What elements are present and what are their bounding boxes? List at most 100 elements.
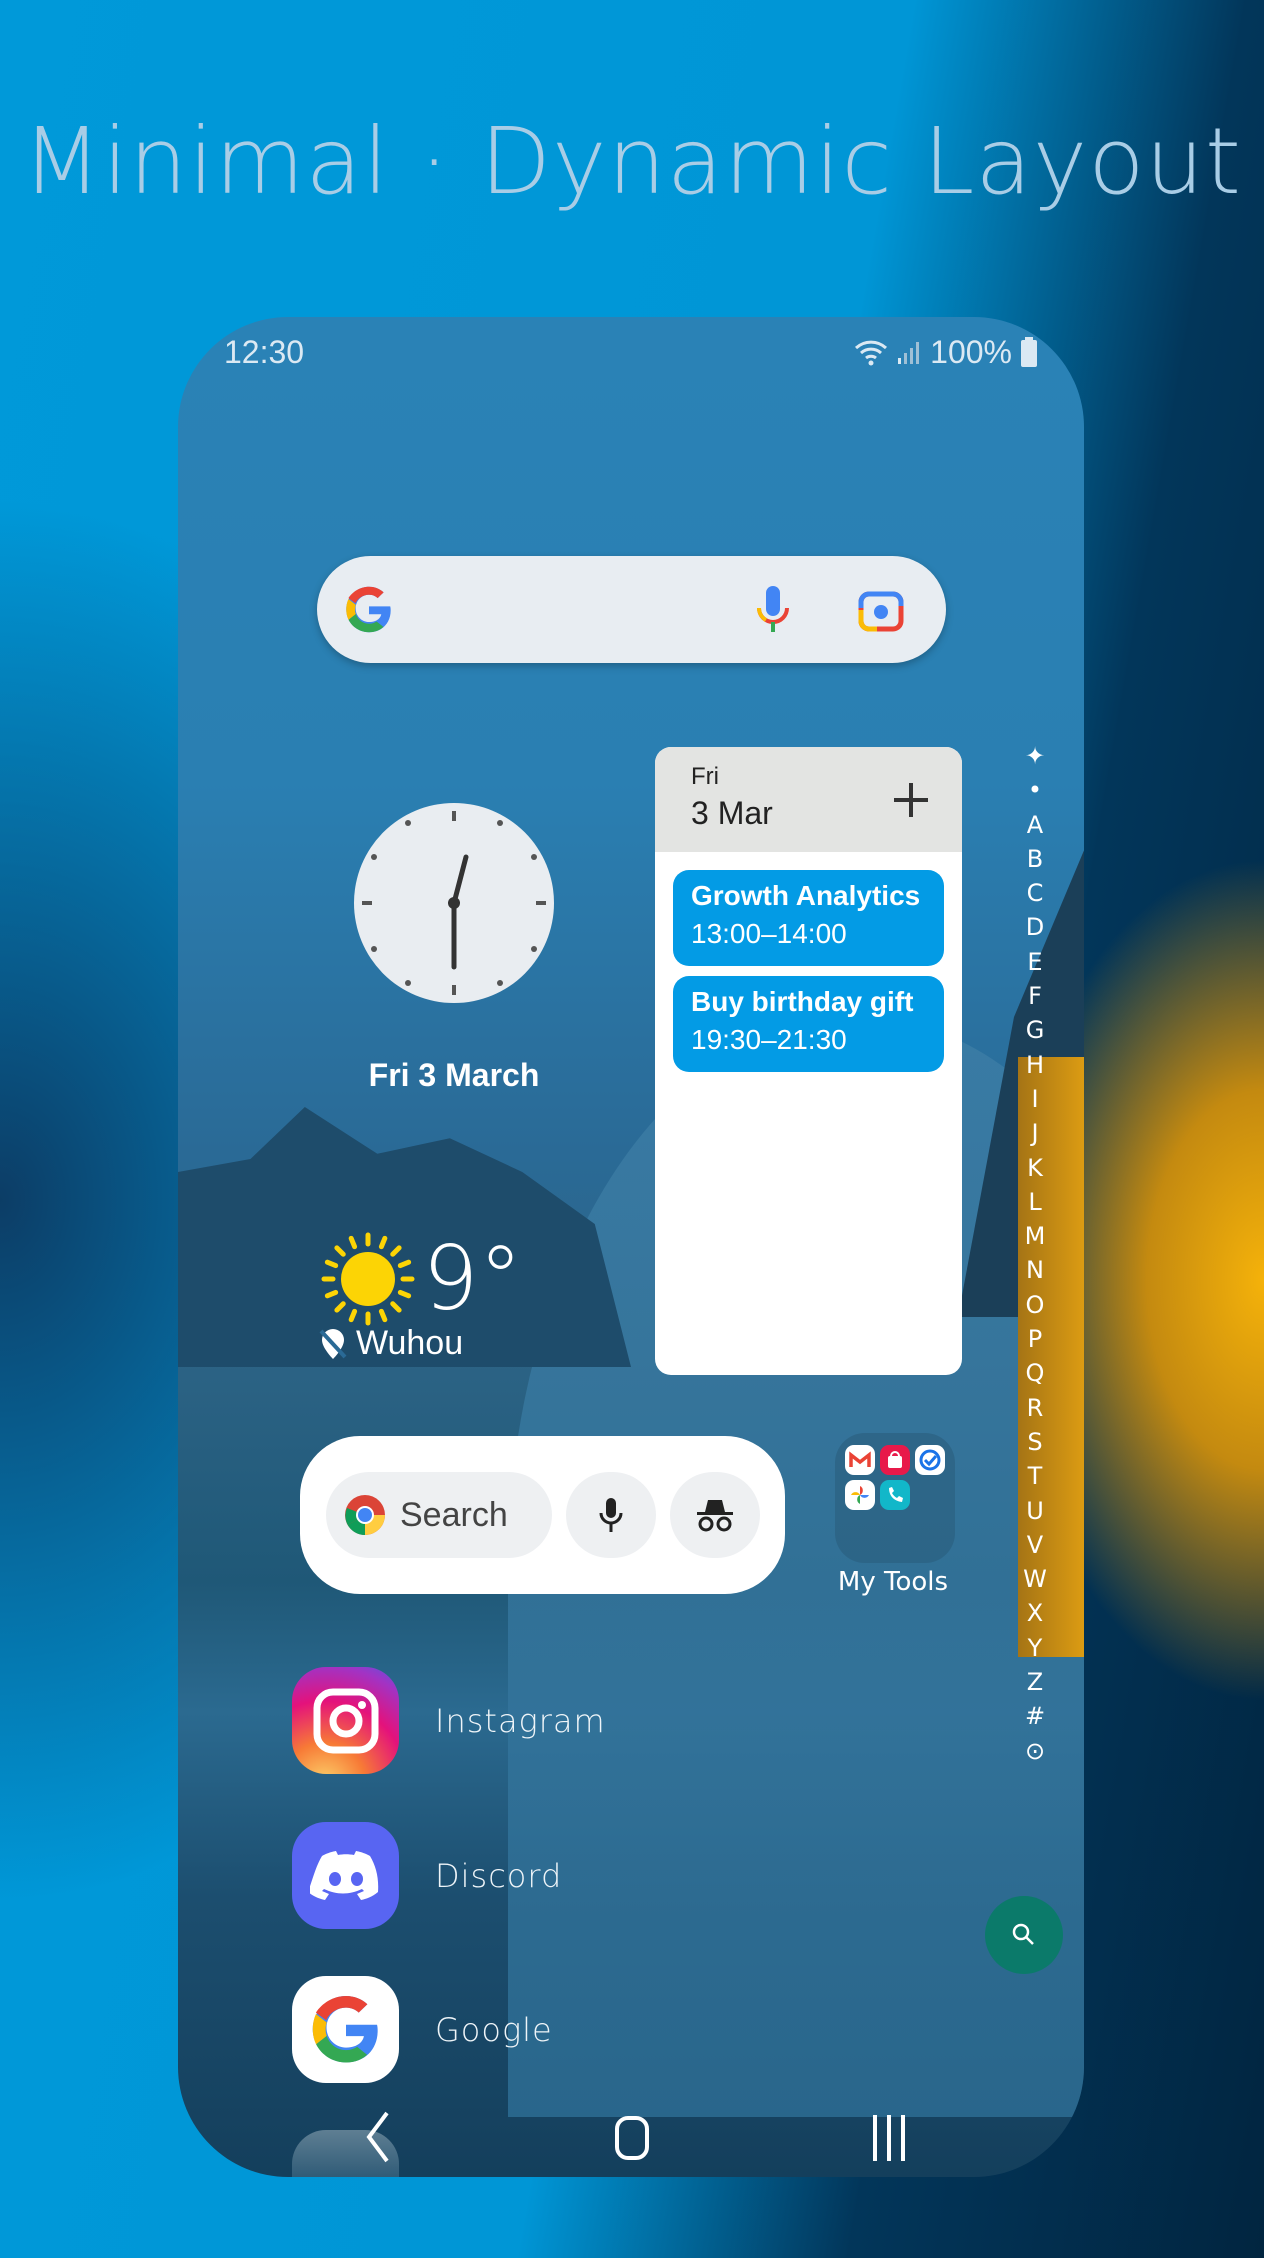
- sun-icon: [321, 1232, 415, 1325]
- sun-ray: [348, 1308, 358, 1322]
- index-letter[interactable]: J: [1031, 1116, 1038, 1150]
- sun-ray: [334, 1244, 346, 1257]
- sun-ray: [390, 1244, 402, 1257]
- weather-widget[interactable]: 9° Wuhou: [318, 1227, 522, 1363]
- chrome-voice-button[interactable]: [566, 1472, 656, 1558]
- index-letter[interactable]: Z: [1027, 1665, 1043, 1699]
- photos-icon: [845, 1480, 875, 1510]
- search-icon: [1012, 1923, 1034, 1945]
- chrome-search-widget: Search: [300, 1436, 785, 1594]
- index-letter[interactable]: X: [1027, 1596, 1043, 1630]
- banner-title: Minimal · Dynamic Layout: [22, 108, 1242, 215]
- index-letter[interactable]: N: [1026, 1253, 1044, 1287]
- index-letter[interactable]: S: [1027, 1425, 1042, 1459]
- index-letter[interactable]: H: [1026, 1048, 1044, 1082]
- instagram-icon: [292, 1667, 399, 1774]
- sun-ray: [378, 1235, 388, 1249]
- index-letter[interactable]: ⊙: [1025, 1734, 1045, 1768]
- back-icon[interactable]: [363, 2107, 393, 2167]
- navigation-bar: [178, 2107, 1084, 2167]
- index-letter[interactable]: Q: [1026, 1356, 1045, 1390]
- clock-face: [362, 811, 546, 995]
- app-label: Instagram: [435, 1701, 606, 1740]
- app-label: Discord: [435, 1856, 563, 1895]
- index-letter[interactable]: O: [1026, 1288, 1045, 1322]
- index-letter[interactable]: E: [1027, 945, 1042, 979]
- discord-icon: [292, 1822, 399, 1929]
- lens-icon[interactable]: [858, 588, 904, 632]
- signal-icon: [898, 342, 920, 364]
- google-icon: [292, 1976, 399, 2083]
- index-letter[interactable]: B: [1027, 842, 1043, 876]
- chrome-search-button[interactable]: Search: [326, 1472, 552, 1558]
- google-logo: [346, 586, 391, 633]
- weather-location: Wuhou: [356, 1324, 464, 1362]
- search-fab[interactable]: [985, 1896, 1063, 1974]
- sun-ray: [397, 1289, 412, 1298]
- index-letter[interactable]: I: [1031, 1082, 1038, 1116]
- incognito-icon: [697, 1500, 733, 1532]
- status-bar: 12:30 100%: [224, 327, 1038, 377]
- location-off-icon: [319, 1328, 347, 1359]
- weather-temperature: 9°: [422, 1227, 523, 1330]
- google-search-bar[interactable]: [317, 556, 946, 663]
- index-letter[interactable]: A: [1027, 808, 1043, 842]
- index-letter[interactable]: W: [1023, 1562, 1047, 1596]
- index-letter[interactable]: P: [1028, 1322, 1042, 1356]
- alphabet-index[interactable]: ✦ • A B C D E F G H I J K L M N O P Q R S T U V W X Y Z # ⊙: [1020, 739, 1050, 1768]
- sun-ray: [378, 1308, 388, 1322]
- event-time: 19:30–21:30: [691, 1024, 847, 1055]
- index-letter[interactable]: G: [1026, 1013, 1045, 1047]
- recents-icon[interactable]: [871, 2113, 907, 2163]
- phone-screen: 12:30 100% Fri 3 March Fri 3 Mar Growth …: [178, 317, 1084, 2177]
- calendar-date: 3 Mar: [691, 795, 773, 831]
- calendar-weekday: Fri: [691, 763, 719, 790]
- mic-icon[interactable]: [755, 586, 791, 634]
- index-letter[interactable]: V: [1027, 1528, 1043, 1562]
- index-letter[interactable]: L: [1028, 1185, 1041, 1219]
- index-letter[interactable]: Y: [1028, 1631, 1043, 1665]
- hour-hand: [451, 854, 469, 906]
- calendar-event[interactable]: Growth Analytics 13:00–14:00: [673, 870, 944, 966]
- index-letter[interactable]: T: [1028, 1459, 1043, 1493]
- folder-my-tools[interactable]: [835, 1433, 955, 1563]
- index-letter[interactable]: U: [1026, 1494, 1044, 1528]
- chrome-search-label: Search: [400, 1495, 508, 1534]
- plus-icon[interactable]: [892, 781, 930, 819]
- event-title: Growth Analytics: [691, 880, 921, 911]
- folder-label: My Tools: [837, 1567, 949, 1597]
- app-label: Google: [435, 2010, 553, 2049]
- sun-ray: [397, 1259, 412, 1268]
- home-icon[interactable]: [614, 2115, 650, 2161]
- shop-icon: [880, 1445, 910, 1475]
- sun-ray: [334, 1300, 346, 1313]
- clock-date: Fri 3 March: [368, 1057, 540, 1093]
- index-letter[interactable]: R: [1027, 1391, 1044, 1425]
- index-letter[interactable]: M: [1025, 1219, 1046, 1253]
- tasks-icon: [915, 1445, 945, 1475]
- index-letter[interactable]: ✦: [1025, 739, 1045, 773]
- app-discord[interactable]: Discord: [292, 1822, 562, 1929]
- wifi-icon: [855, 340, 888, 366]
- calendar-header: Fri 3 Mar: [655, 747, 962, 852]
- sun-ray: [324, 1289, 339, 1298]
- index-letter[interactable]: D: [1026, 910, 1044, 944]
- index-letter[interactable]: F: [1028, 979, 1042, 1013]
- phone-app-icon: [880, 1480, 910, 1510]
- index-letter[interactable]: K: [1027, 1151, 1043, 1185]
- calendar-event[interactable]: Buy birthday gift 19:30–21:30: [673, 976, 944, 1072]
- gmail-icon: [845, 1445, 875, 1475]
- battery-icon: [1021, 337, 1037, 367]
- index-letter[interactable]: #: [1025, 1699, 1045, 1733]
- event-time: 13:00–14:00: [691, 918, 847, 949]
- index-letter[interactable]: C: [1027, 876, 1044, 910]
- analog-clock[interactable]: [354, 803, 554, 1003]
- event-title: Buy birthday gift: [691, 986, 914, 1017]
- app-google[interactable]: Google: [292, 1976, 553, 2083]
- index-letter[interactable]: •: [1028, 773, 1042, 807]
- chrome-incognito-button[interactable]: [670, 1472, 760, 1558]
- battery-percent: 100%: [930, 333, 1012, 370]
- app-instagram[interactable]: Instagram: [292, 1667, 606, 1774]
- calendar-widget[interactable]: Fri 3 Mar Growth Analytics 13:00–14:00 B…: [655, 747, 962, 1375]
- mic-icon: [599, 1498, 623, 1532]
